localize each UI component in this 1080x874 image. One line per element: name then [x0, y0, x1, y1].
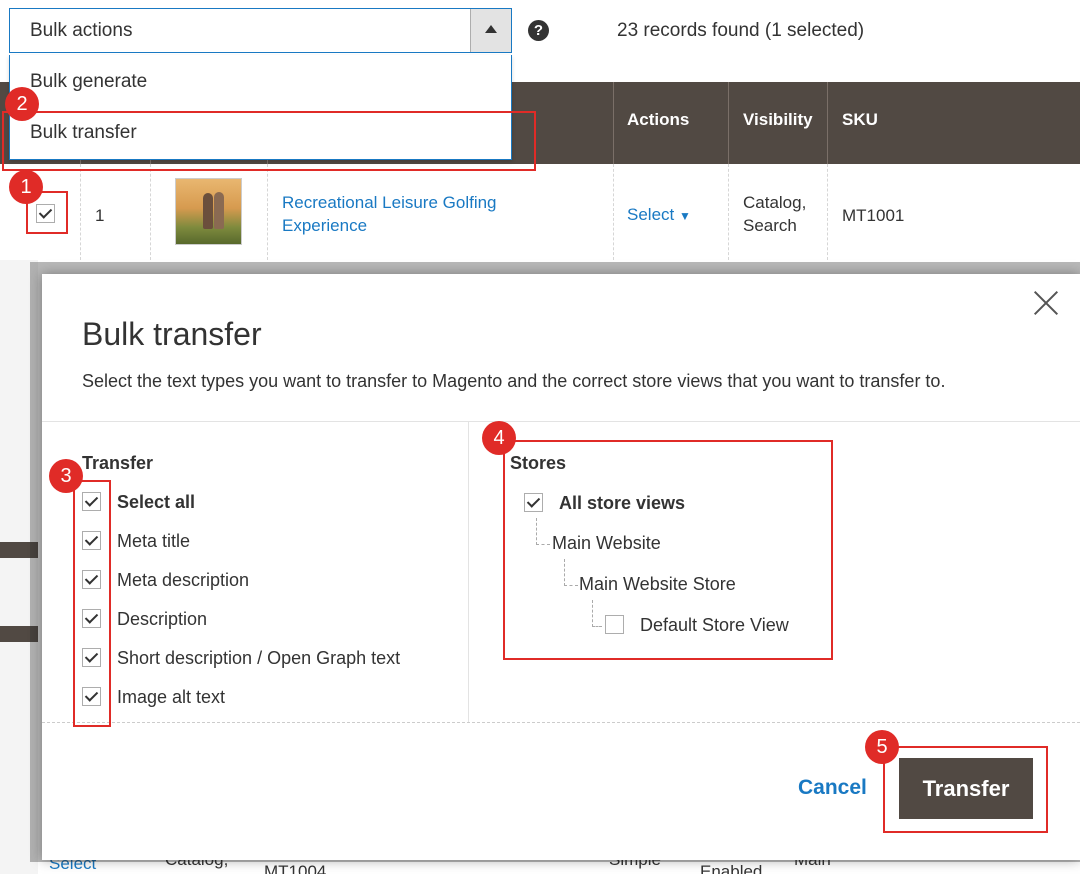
column-visibility[interactable]: Visibility [743, 110, 813, 130]
menu-item-bulk-generate[interactable]: Bulk generate [30, 71, 147, 93]
row-actions-select[interactable]: Select ▼ [627, 203, 691, 228]
caret-down-icon: ▼ [678, 209, 691, 223]
product-thumbnail [175, 178, 242, 245]
step-badge-5: 5 [865, 730, 899, 764]
transfer-heading: Transfer [82, 453, 154, 473]
highlight-step-4 [503, 440, 833, 660]
column-actions[interactable]: Actions [627, 110, 689, 130]
modal-title: Bulk transfer [82, 316, 262, 352]
step-badge-3: 3 [49, 459, 83, 493]
product-name-link[interactable]: Recreational Leisure Golfing Experience [282, 191, 522, 237]
table-row: 1 Recreational Leisure Golfing Experienc… [0, 164, 1080, 260]
bulk-actions-label: Bulk actions [30, 20, 133, 41]
caret-up-icon [485, 25, 497, 33]
step-badge-2: 2 [5, 87, 39, 121]
highlight-step-3 [73, 480, 111, 727]
row-visibility: Catalog, Search [743, 193, 807, 235]
bulk-actions-select[interactable]: Bulk actions [9, 8, 512, 53]
dropdown-toggle[interactable] [470, 9, 511, 52]
records-count: 23 records found (1 selected) [617, 20, 865, 41]
highlight-step-5 [883, 746, 1048, 833]
highlight-step-2 [2, 111, 536, 171]
modal-subtitle: Select the text types you want to transf… [82, 371, 946, 391]
help-icon[interactable]: ? [528, 20, 549, 41]
column-sku[interactable]: SKU [842, 110, 878, 130]
row-sku: MT1001 [842, 206, 905, 225]
cancel-button[interactable]: Cancel [798, 776, 867, 800]
step-badge-4: 4 [482, 421, 516, 455]
row-id: 1 [95, 206, 105, 225]
close-icon[interactable] [1032, 289, 1060, 317]
step-badge-1: 1 [9, 170, 43, 204]
